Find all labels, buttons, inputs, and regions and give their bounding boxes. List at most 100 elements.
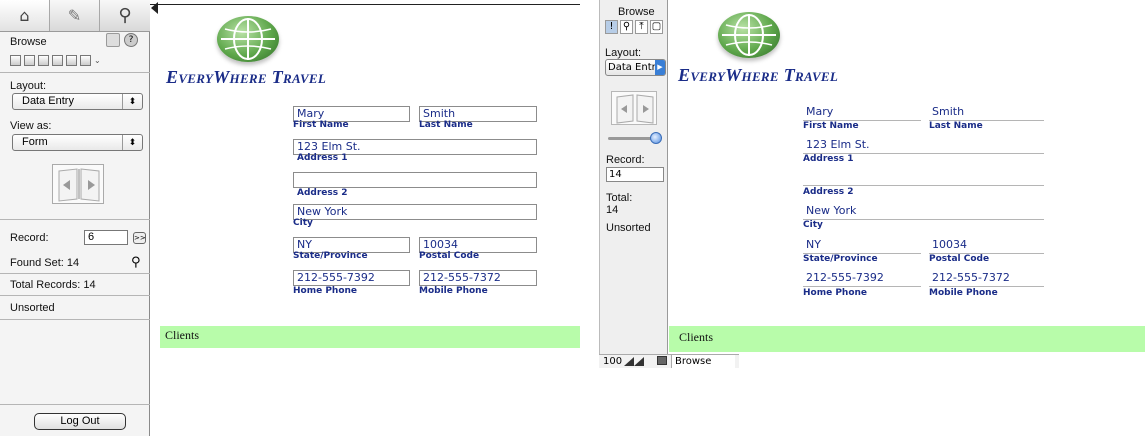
- state-field[interactable]: NY: [803, 238, 921, 254]
- footer-label: Clients: [679, 330, 714, 344]
- divider: [0, 295, 150, 296]
- status-toolbar-left: ⌂ ✎ ⚲ Browse ? ⌄ Layout: Data Entry ⬍ Vi…: [0, 0, 150, 436]
- updown-arrow-icon: ⬍: [122, 135, 142, 150]
- address2-label: Address 2: [803, 187, 854, 197]
- last-name-label: Last Name: [419, 120, 473, 130]
- edit-tab[interactable]: ✎: [50, 0, 100, 31]
- record-label: Record:: [10, 232, 49, 244]
- footer-part: [160, 326, 580, 348]
- city-field[interactable]: New York: [293, 204, 537, 220]
- mobile-phone-field[interactable]: 212-555-7372: [929, 271, 1044, 287]
- sort-icon[interactable]: [66, 55, 77, 66]
- postal-code-label: Postal Code: [929, 254, 990, 264]
- layout-mode-icon[interactable]: ⤒: [635, 20, 648, 34]
- record-label: Record:: [606, 154, 645, 166]
- postal-code-field[interactable]: 10034: [929, 238, 1044, 254]
- first-name-field[interactable]: Mary: [803, 105, 921, 121]
- sort-status-label: Unsorted: [10, 302, 55, 314]
- record-number-input[interactable]: 6: [84, 230, 128, 245]
- state-label: State/Province: [293, 251, 368, 261]
- mobile-phone-label: Mobile Phone: [929, 288, 998, 298]
- home-phone-label: Home Phone: [803, 288, 868, 298]
- total-records-label: Total Records: 14: [10, 279, 96, 291]
- top-border: [150, 4, 580, 5]
- address2-field[interactable]: [803, 170, 1044, 186]
- status-tool-icons: ?: [106, 33, 138, 47]
- found-set-label: Found Set: 14: [10, 257, 80, 269]
- record-number-input[interactable]: 14: [606, 167, 664, 182]
- layout-select[interactable]: Data Entry ⬍: [12, 93, 143, 110]
- divider: [0, 219, 150, 220]
- record-slider-knob[interactable]: [650, 132, 662, 144]
- sort-status-label: Unsorted: [606, 222, 651, 234]
- toggle-status-area-icon[interactable]: [657, 356, 667, 365]
- mode-label: Browse: [10, 36, 47, 48]
- total-label: Total:: [606, 192, 633, 204]
- find-mode-icon[interactable]: ⚲: [620, 20, 633, 34]
- address2-label: Address 2: [297, 188, 348, 198]
- chevron-down-icon[interactable]: ⌄: [94, 55, 101, 66]
- right-window: Browse ! ⚲ ⤒ ▢ Layout: Data Entry ▶ Reco…: [599, 0, 1145, 372]
- mode-status-label: Browse: [671, 355, 735, 368]
- go-to-record-button[interactable]: >>: [133, 232, 146, 244]
- mode-tab-bar: ⌂ ✎ ⚲: [0, 0, 150, 32]
- updown-arrow-icon: ⬍: [122, 94, 142, 109]
- home-phone-field[interactable]: 212-555-7392: [293, 270, 410, 286]
- book-navigator-icon[interactable]: [611, 91, 657, 125]
- last-name-field[interactable]: Smith: [929, 105, 1044, 121]
- company-name: EVERYWHERE TRAVEL: [166, 67, 327, 87]
- new-record-icon[interactable]: [10, 55, 21, 66]
- duplicate-record-icon[interactable]: [24, 55, 35, 66]
- address1-field[interactable]: 123 Elm St.: [803, 138, 1044, 154]
- postal-code-label: Postal Code: [419, 251, 480, 261]
- city-field[interactable]: New York: [803, 204, 1044, 220]
- magnifier-icon: ⚲: [118, 5, 132, 26]
- mobile-phone-field[interactable]: 212-555-7372: [419, 270, 537, 286]
- divider: [0, 404, 150, 405]
- viewas-select-value: Form: [22, 136, 48, 148]
- triangle-right-icon: ▶: [655, 60, 665, 75]
- divider: [0, 273, 150, 274]
- mobile-phone-label: Mobile Phone: [419, 286, 488, 296]
- home-tab[interactable]: ⌂: [0, 0, 50, 31]
- last-name-label: Last Name: [929, 121, 983, 131]
- company-name: EVERYWHERE TRAVEL: [678, 65, 839, 85]
- mode-icons: ! ⚲ ⤒ ▢: [605, 20, 663, 36]
- layout-select[interactable]: Data Entry ▶: [605, 59, 666, 76]
- book-navigator-icon[interactable]: [52, 164, 104, 204]
- help-icon[interactable]: ?: [124, 33, 138, 47]
- address2-field[interactable]: [293, 172, 537, 188]
- delete-record-icon[interactable]: [52, 55, 63, 66]
- left-window: ⌂ ✎ ⚲ Browse ? ⌄ Layout: Data Entry ⬍ Vi…: [0, 0, 580, 436]
- viewas-select[interactable]: Form ⬍: [12, 134, 143, 151]
- browse-mode-icon[interactable]: !: [605, 20, 618, 34]
- total-value: 14: [606, 204, 619, 216]
- globe-logo: [217, 16, 279, 62]
- city-label: City: [293, 218, 313, 228]
- layout-label: Layout:: [10, 80, 47, 92]
- lock-icon[interactable]: [106, 33, 120, 47]
- address1-label: Address 1: [297, 153, 348, 163]
- divider: [0, 72, 150, 73]
- city-label: City: [803, 220, 823, 230]
- logout-button[interactable]: Log Out: [34, 413, 126, 430]
- globe-logo: [718, 12, 780, 58]
- status-area-right: Browse ! ⚲ ⤒ ▢ Layout: Data Entry ▶ Reco…: [599, 0, 668, 360]
- home-phone-field[interactable]: 212-555-7392: [803, 271, 921, 287]
- edit-record-icon[interactable]: [38, 55, 49, 66]
- preview-mode-icon[interactable]: ▢: [650, 20, 663, 34]
- layout-select-value: Data Entry: [22, 95, 74, 107]
- record-toolbar: ⌄: [10, 55, 101, 66]
- zoom-mountains-icon[interactable]: [624, 357, 646, 366]
- preview-icon[interactable]: [80, 55, 91, 66]
- search-icon[interactable]: ⚲: [131, 255, 141, 270]
- pencil-icon: ✎: [67, 6, 82, 25]
- first-name-label: First Name: [293, 120, 349, 130]
- first-name-label: First Name: [803, 121, 859, 131]
- footer-label: Clients: [165, 328, 200, 342]
- layout-select-value: Data Entry: [608, 62, 662, 73]
- address1-label: Address 1: [803, 154, 854, 164]
- find-tab[interactable]: ⚲: [100, 0, 150, 31]
- zoom-level[interactable]: 100: [603, 355, 622, 368]
- state-label: State/Province: [803, 254, 878, 264]
